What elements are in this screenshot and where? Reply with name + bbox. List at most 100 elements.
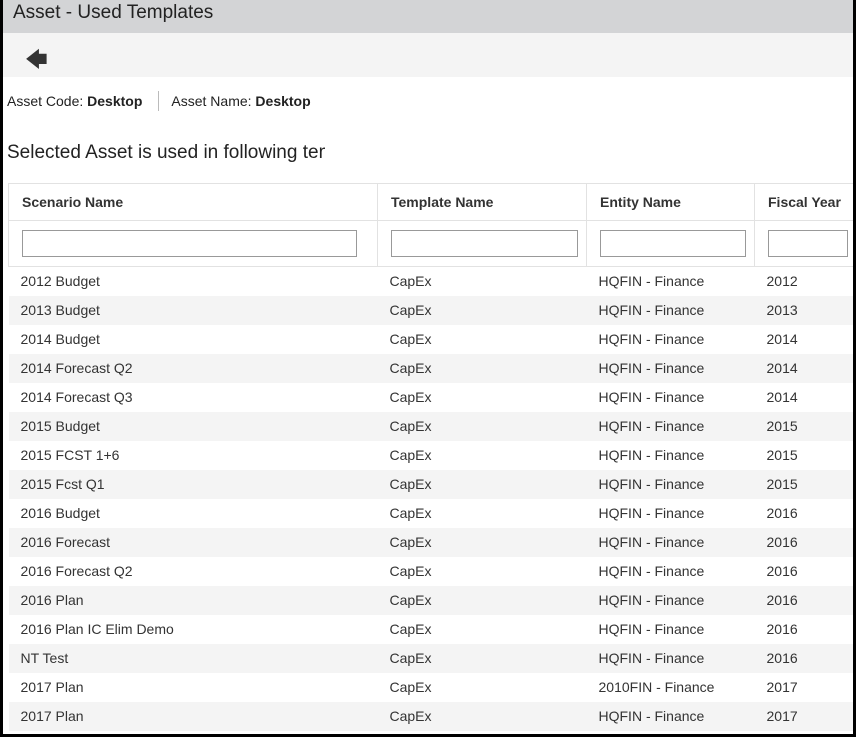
cell-scenario-name: NT Test: [8, 643, 378, 673]
cell-entity-name: HQFIN - Finance: [586, 295, 755, 325]
cell-scenario-name: 2014 Budget: [20, 331, 100, 347]
window-title: Asset - Used Templates: [3, 0, 853, 33]
cell-scenario-name: 2013 Budget: [8, 295, 378, 325]
cell-template-name: CapEx: [389, 621, 432, 637]
cell-scenario-name: 2017 Plan: [8, 701, 378, 731]
cell-scenario-name: 2015 Fcst Q1: [8, 469, 378, 499]
cell-scenario-name: 2016 Plan: [8, 585, 378, 615]
cell-entity-name: 2010FIN - Finance: [598, 679, 715, 695]
table-row[interactable]: 2016 Budget CapEx HQFIN - Finance 2016: [9, 499, 854, 528]
table-row[interactable]: 2015 Fcst Q1 CapEx HQFIN - Finance 2015: [8, 469, 853, 499]
cell-template-name: CapEx: [377, 353, 587, 383]
cell-template-name: CapEx: [377, 643, 587, 673]
cell-template-name: CapEx: [389, 679, 432, 695]
cell-scenario-name: 2015 Budget: [8, 411, 378, 441]
cell-fiscal-year: 2017: [754, 701, 853, 731]
filter-template-name[interactable]: [391, 230, 578, 257]
cell-scenario-name: 2015 FCST 1+6: [20, 447, 120, 463]
table-row[interactable]: 2014 Forecast Q3 CapEx HQFIN - Finance 2014: [9, 383, 854, 412]
asset-name-value: Desktop: [255, 93, 311, 109]
cell-entity-name: HQFIN - Finance: [598, 331, 705, 347]
divider: [158, 91, 160, 111]
column-header-template-name[interactable]: Template Name: [377, 183, 587, 221]
cell-fiscal-year: 2016: [766, 621, 798, 637]
cell-entity-name: HQFIN - Finance: [598, 563, 705, 579]
cell-scenario-name: 2017 Plan: [20, 679, 84, 695]
table-row[interactable]: 2014 Budget CapEx HQFIN - Finance 2014: [9, 325, 854, 354]
cell-template-name: CapEx: [389, 563, 432, 579]
cell-scenario-name: 2016 Plan IC Elim Demo: [20, 621, 174, 637]
asset-name-label: Asset Name:: [171, 93, 252, 109]
cell-entity-name: HQFIN - Finance: [586, 701, 755, 731]
cell-fiscal-year: 2016: [754, 527, 853, 557]
filter-fiscal-year[interactable]: [768, 230, 848, 257]
cell-entity-name: HQFIN - Finance: [586, 411, 755, 441]
table-row[interactable]: 2016 Plan CapEx HQFIN - Finance 2016: [8, 585, 853, 615]
table-row[interactable]: 2015 FCST 1+6 CapEx HQFIN - Finance 2015: [9, 441, 854, 470]
cell-entity-name: HQFIN - Finance: [598, 389, 705, 405]
cell-template-name: CapEx: [377, 469, 587, 499]
cell-template-name: CapEx: [389, 505, 432, 521]
cell-template-name: CapEx: [377, 527, 587, 557]
cell-template-name: CapEx: [389, 273, 432, 290]
section-heading: Selected Asset is used in following temp…: [7, 142, 325, 163]
column-header-entity-name[interactable]: Entity Name: [586, 183, 755, 221]
cell-fiscal-year: 2015: [754, 411, 853, 441]
table-row[interactable]: 2017 Plan CapEx 2010FIN - Finance 2017: [9, 673, 854, 702]
cell-template-name: CapEx: [377, 295, 587, 325]
templates-table: Scenario Name Template Name Entity Name …: [8, 183, 853, 731]
table-row[interactable]: 2016 Plan IC Elim Demo CapEx HQFIN - Finan…: [9, 615, 854, 644]
cell-fiscal-year: 2017: [766, 679, 798, 695]
cell-entity-name: HQFIN - Finance: [598, 273, 705, 290]
cell-fiscal-year: 2016: [766, 563, 798, 579]
table-row[interactable]: 2017 Plan CapEx HQFIN - Finance 2017: [8, 701, 853, 731]
cell-scenario-name: 2016 Forecast: [8, 527, 378, 557]
toolbar: 🡄: [3, 33, 853, 77]
arrow-left-icon[interactable]: 🡄: [25, 43, 48, 81]
cell-entity-name: HQFIN - Finance: [598, 447, 705, 463]
cell-fiscal-year: 2012: [766, 273, 798, 290]
table-row[interactable]: 2016 Forecast Q2 CapEx HQFIN - Finance 2016: [9, 557, 854, 586]
cell-entity-name: HQFIN - Finance: [586, 585, 755, 615]
cell-fiscal-year: 2015: [766, 447, 798, 463]
filter-entity-name[interactable]: [600, 230, 746, 257]
cell-scenario-name: 2014 Forecast Q3: [20, 389, 133, 405]
cell-entity-name: HQFIN - Finance: [586, 527, 755, 557]
cell-scenario-name: 2014 Forecast Q2: [8, 353, 378, 383]
cell-fiscal-year: 2016: [754, 643, 853, 673]
table-row[interactable]: 2016 Forecast CapEx HQFIN - Finance 2016: [8, 527, 853, 557]
window: Asset - Used Templates 🡄 Asset Code: Des…: [3, 0, 853, 734]
column-header-scenario-name[interactable]: Scenario Name: [8, 183, 378, 221]
cell-template-name: CapEx: [389, 447, 432, 463]
cell-scenario-name: 2012 Budget: [20, 273, 100, 290]
filter-scenario-name[interactable]: [22, 230, 357, 257]
table-row[interactable]: NT Test CapEx HQFIN - Finance 2016: [8, 643, 853, 673]
cell-entity-name: HQFIN - Finance: [598, 505, 705, 521]
cell-fiscal-year: 2016: [754, 585, 853, 615]
asset-code-value: Desktop: [87, 93, 143, 109]
cell-template-name: CapEx: [389, 331, 432, 347]
cell-fiscal-year: 2014: [766, 331, 798, 347]
cell-scenario-name: 2016 Budget: [20, 505, 100, 521]
cell-scenario-name: 2016 Forecast Q2: [20, 563, 133, 579]
cell-entity-name: HQFIN - Finance: [586, 643, 755, 673]
cell-template-name: CapEx: [377, 585, 587, 615]
cell-entity-name: HQFIN - Finance: [598, 621, 705, 637]
cell-fiscal-year: 2016: [766, 505, 798, 521]
cell-entity-name: HQFIN - Finance: [586, 469, 755, 499]
cell-fiscal-year: 2014: [754, 353, 853, 383]
cell-fiscal-year: 2014: [766, 389, 798, 405]
cell-template-name: CapEx: [377, 701, 587, 731]
table-row[interactable]: 2013 Budget CapEx HQFIN - Finance 2013: [8, 295, 853, 325]
table-row[interactable]: 2012 Budget CapEx HQFIN - Finance 2012: [9, 267, 854, 296]
cell-fiscal-year: 2015: [754, 469, 853, 499]
cell-entity-name: HQFIN - Finance: [586, 353, 755, 383]
asset-code-label: Asset Code:: [7, 93, 84, 109]
column-header-fiscal-year[interactable]: Fiscal Year: [754, 183, 853, 221]
cell-template-name: CapEx: [377, 411, 587, 441]
cell-fiscal-year: 2013: [754, 295, 853, 325]
cell-template-name: CapEx: [389, 389, 432, 405]
table-row[interactable]: 2014 Forecast Q2 CapEx HQFIN - Finance 2014: [8, 353, 853, 383]
asset-info: Asset Code: Desktop Asset Name: Desktop: [7, 91, 311, 111]
table-row[interactable]: 2015 Budget CapEx HQFIN - Finance 2015: [8, 411, 853, 441]
